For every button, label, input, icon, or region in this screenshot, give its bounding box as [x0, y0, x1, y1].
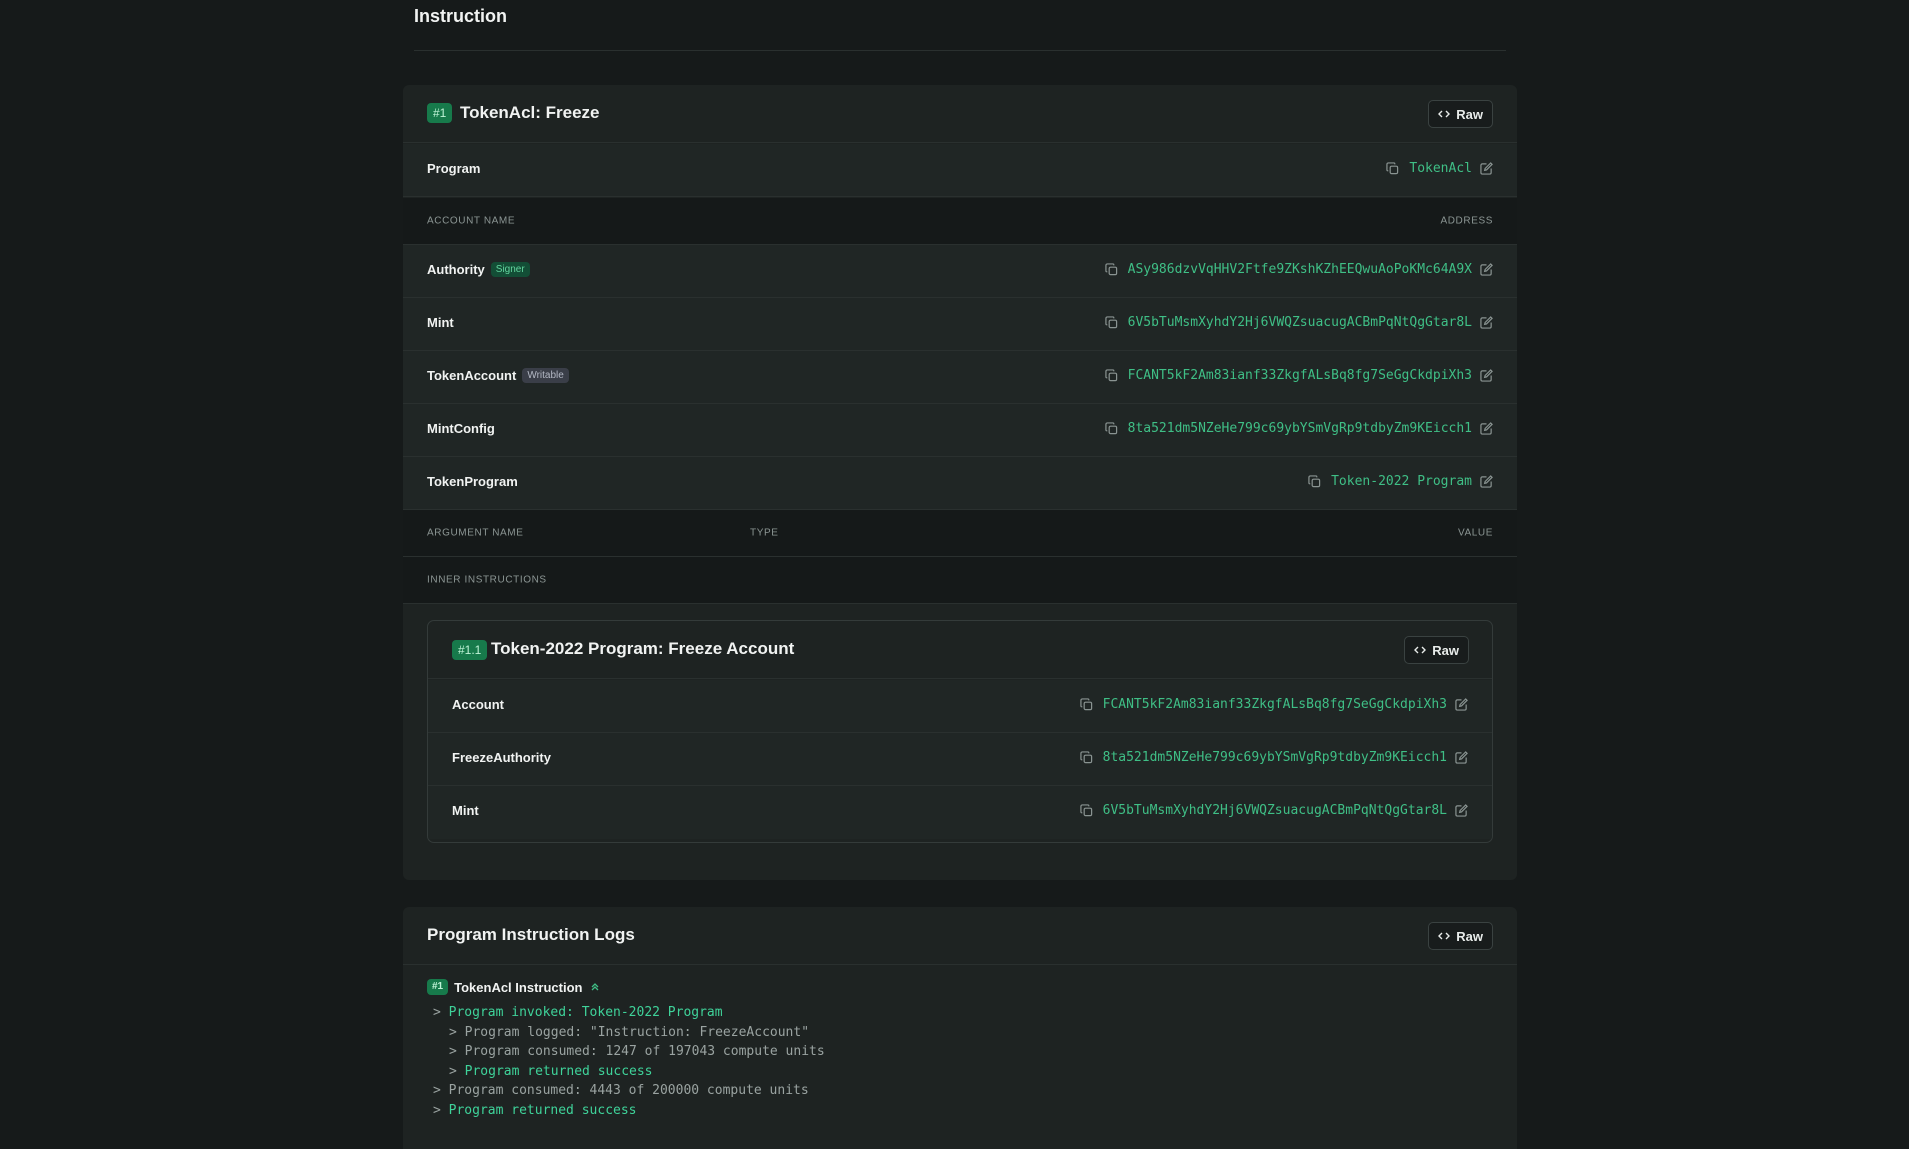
log-line: > Program logged: "Instruction: FreezeAc…: [449, 1024, 810, 1040]
signer-badge: Signer: [490, 262, 530, 277]
raw-button[interactable]: Raw: [1428, 100, 1493, 128]
log-group-header[interactable]: #1 TokenAcl Instruction: [427, 979, 1493, 995]
inner-instructions-label: INNER INSTRUCTIONS: [427, 574, 547, 586]
instruction-title: TokenAcl: Freeze: [460, 103, 600, 122]
copy-icon[interactable]: [1079, 698, 1093, 711]
account-row-authority: Authority Signer ASy986dzvVqHHV2Ftfe9ZKsh…: [403, 245, 1517, 298]
copy-icon[interactable]: [1079, 804, 1093, 817]
program-link[interactable]: TokenAcl: [1409, 161, 1472, 176]
external-link-icon[interactable]: [1455, 698, 1468, 711]
program-logs-title: Program Instruction Logs: [427, 925, 635, 944]
argument-name-header: ARGUMENT NAME: [427, 527, 524, 539]
code-icon: [1438, 110, 1451, 118]
account-name: FreezeAuthority: [452, 750, 551, 765]
inner-instruction-title: Token-2022 Program: Freeze Account: [491, 639, 795, 658]
inner-account-row-freezeauthority: FreezeAuthority 8ta521dm5NZeHe799c69ybYS…: [428, 733, 1492, 786]
instruction-header: #1 TokenAcl: Freeze Raw: [403, 85, 1517, 143]
account-name: TokenAccount: [427, 368, 517, 383]
account-address[interactable]: 8ta521dm5NZeHe799c69ybYSmVgRp9tdbyZm9KEi…: [1128, 421, 1472, 436]
section-title: Instruction: [414, 6, 507, 26]
account-name: MintConfig: [427, 421, 495, 436]
external-link-icon[interactable]: [1480, 369, 1493, 382]
account-name: Authority: [427, 262, 485, 277]
log-line: > Program consumed: 1247 of 197043 compu…: [449, 1044, 825, 1059]
log-lines: > Program invoked: Token-2022 Program > P…: [427, 1003, 1493, 1120]
section-divider: [414, 50, 1506, 51]
program-label: Program: [427, 161, 481, 176]
chevron-up-icon[interactable]: [590, 982, 600, 992]
copy-icon[interactable]: [1308, 475, 1321, 488]
log-line: > Program returned success: [433, 1102, 637, 1118]
account-row-mintconfig: MintConfig 8ta521dm5NZeHe799c69ybYSmVgRp…: [403, 404, 1517, 457]
account-address[interactable]: FCANT5kF2Am83ianf33ZkgfALsBq8fg7SeGgCkdp…: [1128, 368, 1472, 383]
program-logs-card: Program Instruction Logs Raw #1 TokenAcl…: [403, 907, 1517, 1149]
copy-icon[interactable]: [1386, 162, 1399, 175]
external-link-icon[interactable]: [1480, 162, 1493, 175]
account-name: TokenProgram: [427, 474, 518, 489]
arguments-table-header: ARGUMENT NAME TYPE VALUE: [403, 510, 1517, 557]
account-name-header: ACCOUNT NAME: [427, 215, 516, 227]
account-name: Mint: [452, 803, 479, 818]
log-group-badge: #1: [427, 979, 449, 995]
raw-button[interactable]: Raw: [1428, 922, 1493, 950]
log-group: #1 TokenAcl Instruction > Program invoke…: [427, 979, 1493, 1120]
log-line: > Program consumed: 4443 of 200000 compu…: [433, 1083, 809, 1098]
external-link-icon[interactable]: [1455, 751, 1468, 764]
copy-icon[interactable]: [1104, 263, 1118, 276]
inner-instruction-header: #1.1 Token-2022 Program: Freeze Account …: [428, 621, 1492, 679]
account-row-tokenprogram: TokenProgram Token-2022 Program: [403, 457, 1517, 510]
value-header: VALUE: [1457, 527, 1493, 539]
code-icon: [1438, 932, 1451, 940]
log-line: > Program invoked: Token-2022 Program: [433, 1005, 723, 1020]
account-address[interactable]: 8ta521dm5NZeHe799c69ybYSmVgRp9tdbyZm9KEi…: [1103, 750, 1447, 765]
raw-button-label: Raw: [1456, 928, 1483, 944]
address-header: ADDRESS: [1440, 215, 1493, 227]
program-logs-header: Program Instruction Logs Raw: [403, 907, 1517, 965]
raw-button[interactable]: Raw: [1404, 636, 1469, 664]
external-link-icon[interactable]: [1480, 263, 1493, 276]
account-address[interactable]: ASy986dzvVqHHV2Ftfe9ZKshKZhEEQwuAoPoKMc6…: [1128, 262, 1472, 277]
account-name: Mint: [427, 315, 454, 330]
log-line: > Program returned success: [449, 1063, 653, 1079]
copy-icon[interactable]: [1104, 422, 1118, 435]
inner-account-row-mint: Mint 6V5bTuMsmXyhdY2Hj6VWQZsuacugACBmPqN…: [428, 786, 1492, 839]
account-name: Account: [452, 697, 504, 712]
program-row: Program TokenAcl: [403, 144, 1517, 197]
account-address[interactable]: Token-2022 Program: [1331, 474, 1472, 489]
inner-instruction-card: #1.1 Token-2022 Program: Freeze Account …: [427, 620, 1493, 843]
inner-instructions-header: INNER INSTRUCTIONS: [403, 557, 1517, 604]
account-row-mint: Mint 6V5bTuMsmXyhdY2Hj6VWQZsuacugACBmPqN…: [403, 298, 1517, 351]
inner-account-row-account: Account FCANT5kF2Am83ianf33ZkgfALsBq8fg7…: [428, 680, 1492, 733]
external-link-icon[interactable]: [1480, 316, 1493, 329]
instruction-card: #1 TokenAcl: Freeze Raw Program TokenAcl…: [403, 85, 1517, 880]
inner-instruction-index-badge: #1.1: [452, 640, 488, 660]
copy-icon[interactable]: [1104, 316, 1118, 329]
external-link-icon[interactable]: [1480, 422, 1493, 435]
type-header: TYPE: [750, 527, 779, 539]
copy-icon[interactable]: [1079, 751, 1093, 764]
accounts-table-header: ACCOUNT NAME ADDRESS: [403, 198, 1517, 245]
log-group-title: TokenAcl Instruction: [454, 979, 583, 995]
account-address[interactable]: 6V5bTuMsmXyhdY2Hj6VWQZsuacugACBmPqNtQgGt…: [1103, 803, 1447, 818]
account-address[interactable]: FCANT5kF2Am83ianf33ZkgfALsBq8fg7SeGgCkdp…: [1103, 697, 1447, 712]
code-icon: [1414, 646, 1427, 654]
instruction-index-badge: #1: [427, 103, 453, 123]
account-address[interactable]: 6V5bTuMsmXyhdY2Hj6VWQZsuacugACBmPqNtQgGt…: [1128, 315, 1472, 330]
writable-badge: Writable: [522, 368, 569, 383]
external-link-icon[interactable]: [1480, 475, 1493, 488]
raw-button-label: Raw: [1432, 642, 1459, 658]
copy-icon[interactable]: [1104, 369, 1118, 382]
raw-button-label: Raw: [1456, 106, 1483, 122]
external-link-icon[interactable]: [1455, 804, 1468, 817]
account-row-tokenaccount: TokenAccount Writable FCANT5kF2Am83ianf33…: [403, 351, 1517, 404]
